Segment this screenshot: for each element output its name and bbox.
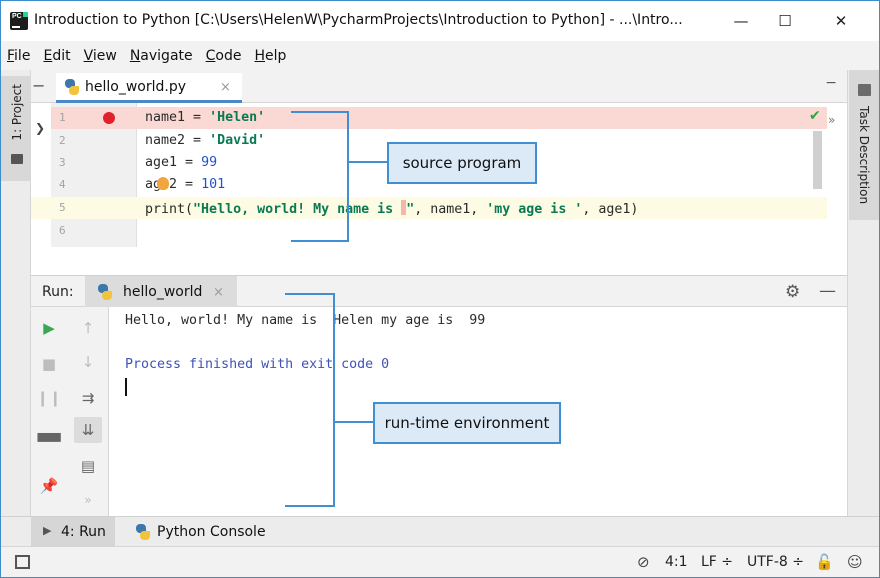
app-icon-text: PC <box>12 13 22 20</box>
code-line-1[interactable]: 1 name1 = 'Helen' <box>51 107 827 129</box>
breakpoint-icon[interactable] <box>103 112 115 124</box>
line-number: 4 <box>59 178 66 191</box>
stop-icon[interactable]: ■ <box>35 351 63 377</box>
source-program-connector <box>349 161 387 163</box>
toggle-tool-windows-icon[interactable] <box>15 555 30 569</box>
code-editor[interactable]: ❯ 1 name1 = 'Helen' 2 name2 = 'David' 3 … <box>31 103 847 275</box>
book-icon <box>858 84 871 96</box>
maximize-button[interactable]: ☐ <box>763 7 807 35</box>
scroll-to-end-icon[interactable]: ⇊ <box>74 417 102 443</box>
pin-icon[interactable]: 📌 <box>35 473 63 499</box>
collapse-icon[interactable]: − <box>32 76 45 95</box>
runtime-environment-connector <box>335 421 373 423</box>
hide-panel-icon[interactable]: — <box>819 281 836 301</box>
gear-icon[interactable]: ⚙ <box>785 282 800 302</box>
run-tab-label: hello_world <box>123 284 203 300</box>
bottom-tool-tabs: ▶ 4: Run Python Console <box>1 516 879 547</box>
run-tool-tab[interactable]: ▶ 4: Run <box>31 517 115 547</box>
run-tool-tab-label: 4: Run <box>61 524 106 540</box>
lightbulb-icon[interactable] <box>157 177 169 190</box>
menu-edit[interactable]: Edit <box>43 48 70 64</box>
editor-tab-bar: − hello_world.py × − <box>31 70 847 103</box>
line-number: 6 <box>59 224 66 237</box>
more-icon[interactable]: » <box>828 113 835 127</box>
menu-file[interactable]: File <box>7 48 30 64</box>
title-bar: PC Introduction to Python [C:\Users\Hele… <box>1 1 879 41</box>
task-description-tool-tab[interactable]: Task Description <box>849 70 879 220</box>
project-tab-label: 1: Project <box>10 84 24 141</box>
line-separator[interactable]: LF ÷ <box>701 554 733 570</box>
inspector-icon[interactable]: ☺ <box>847 553 863 571</box>
menu-navigate[interactable]: Navigate <box>130 48 193 64</box>
runtime-environment-callout: run-time environment <box>373 402 561 444</box>
run-label: Run: <box>42 284 74 300</box>
run-toolbar-primary: ▶ ■ ❙❙ ▀▀ 📌 <box>31 307 67 516</box>
line-number: 3 <box>59 156 66 169</box>
right-tool-strip: Task Description <box>847 70 879 516</box>
menu-help[interactable]: Help <box>254 48 286 64</box>
line-number: 2 <box>59 134 66 147</box>
file-encoding[interactable]: UTF-8 ÷ <box>747 554 804 570</box>
tab-close-icon[interactable]: × <box>220 80 231 95</box>
close-button[interactable]: ✕ <box>819 7 863 35</box>
python-run-icon <box>97 284 113 300</box>
folder-icon <box>11 154 23 164</box>
menu-code[interactable]: Code <box>206 48 242 64</box>
task-tab-label: Task Description <box>857 106 871 205</box>
console-caret <box>125 378 127 396</box>
console-exit-line: Process finished with exit code 0 <box>125 357 390 372</box>
pause-icon[interactable]: ❙❙ <box>35 385 63 411</box>
python-console-label: Python Console <box>157 524 266 540</box>
source-program-bracket <box>291 111 349 242</box>
status-bar: ⊘ 4:1 LF ÷ UTF-8 ÷ 🔓 ☺ <box>1 546 879 577</box>
code-line-6[interactable]: 6 <box>51 220 827 242</box>
arrow-up-icon[interactable]: ↑ <box>74 315 102 341</box>
lock-icon[interactable]: 🔓 <box>815 553 834 571</box>
chevron-down-icon[interactable]: ❯ <box>35 121 45 135</box>
tabs-menu-icon[interactable]: − <box>825 75 837 91</box>
caret-position[interactable]: 4:1 <box>665 554 688 570</box>
soft-wrap-icon[interactable]: ⇉ <box>74 385 102 411</box>
ide-window: PC Introduction to Python [C:\Users\Hele… <box>0 0 880 578</box>
project-tool-tab[interactable]: 1: Project <box>1 76 31 181</box>
menu-bar: File Edit View Navigate Code Help <box>1 41 879 70</box>
minimize-button[interactable]: — <box>719 7 763 35</box>
run-tab-close-icon[interactable]: × <box>213 285 224 300</box>
python-console-icon <box>135 524 151 540</box>
python-file-icon <box>64 79 80 95</box>
editor-tab-label: hello_world.py <box>85 79 187 95</box>
runtime-environment-bracket <box>285 293 335 507</box>
editor-scrollbar[interactable] <box>813 131 822 189</box>
window-title: Introduction to Python [C:\Users\HelenW\… <box>34 12 683 28</box>
menu-view[interactable]: View <box>84 48 117 64</box>
print-icon[interactable]: ▤ <box>74 453 102 479</box>
source-program-callout: source program <box>387 142 537 184</box>
line-number: 5 <box>59 201 66 214</box>
pycharm-app-icon: PC <box>10 12 28 30</box>
run-tab-hello-world[interactable]: hello_world × <box>85 276 237 307</box>
play-icon: ▶ <box>43 524 52 537</box>
power-save-icon[interactable]: ⊘ <box>637 553 650 571</box>
editor-tab-hello-world[interactable]: hello_world.py × <box>56 73 242 103</box>
arrow-down-icon[interactable]: ↓ <box>74 349 102 375</box>
check-icon: ✔ <box>809 108 821 124</box>
run-toolbar-secondary: ↑ ↓ ⇉ ⇊ ▤ » <box>67 307 109 516</box>
more-actions-icon[interactable]: » <box>74 487 102 513</box>
rerun-icon[interactable]: ▶ <box>35 315 63 341</box>
code-line-5[interactable]: 5 print("Hello, world! My name is ", nam… <box>31 197 827 219</box>
left-tool-strip: 1: Project <box>1 70 31 516</box>
line-number: 1 <box>59 111 66 124</box>
layout-icon[interactable]: ▀▀ <box>35 429 63 455</box>
run-panel-header: Run: hello_world × ⚙ — <box>31 275 847 307</box>
